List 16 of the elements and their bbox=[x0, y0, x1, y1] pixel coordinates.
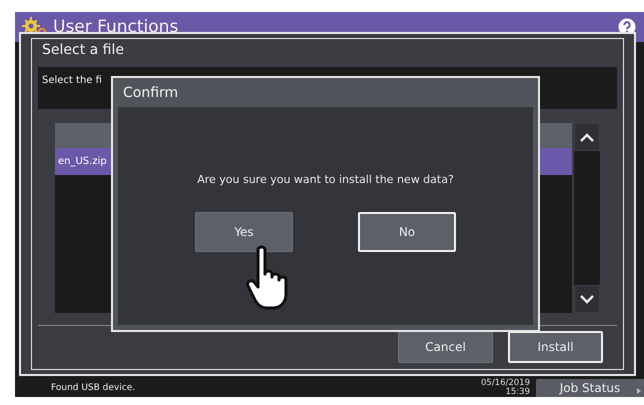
confirm-button[interactable]: Yes bbox=[195, 212, 293, 252]
status-time: 15:39 bbox=[506, 388, 530, 397]
dialog-title: Select a file bbox=[41, 41, 125, 60]
scroll-down-button[interactable] bbox=[574, 285, 600, 313]
header-title: User Functions bbox=[53, 17, 180, 37]
confirm-button[interactable]: No bbox=[358, 212, 456, 252]
confirm-message: Are you sure you want to install the new data? bbox=[197, 173, 454, 186]
chevron-down-icon bbox=[580, 294, 594, 304]
scroll-up-button[interactable] bbox=[574, 123, 600, 151]
status-date: 05/16/2019 bbox=[481, 379, 530, 388]
dialog-button[interactable]: Install bbox=[508, 331, 603, 363]
status-message: Found USB device. bbox=[51, 383, 136, 393]
dialog-button[interactable]: Cancel bbox=[398, 331, 493, 363]
confirm-title: Confirm bbox=[122, 84, 180, 102]
chevron-up-icon bbox=[580, 132, 594, 142]
job-status-button[interactable]: Job Status bbox=[536, 379, 644, 397]
